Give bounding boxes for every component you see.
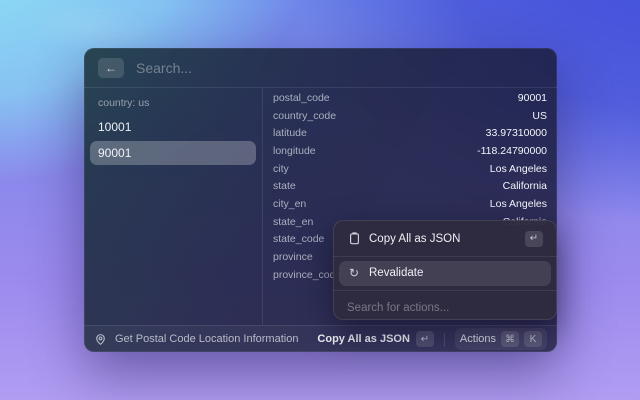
metadata-row: country_code US <box>273 107 547 125</box>
search-input[interactable] <box>136 60 543 76</box>
metadata-label: latitude <box>273 127 307 139</box>
menu-item-label: Copy All as JSON <box>369 233 517 245</box>
metadata-value: 90001 <box>518 92 547 104</box>
action-menu-popover: Copy All as JSON ↵ ↻ Revalidate <box>333 220 557 320</box>
metadata-label: city_en <box>273 198 306 210</box>
metadata-value: US <box>532 110 547 122</box>
metadata-label: postal_code <box>273 92 330 104</box>
primary-action-label: Copy All as JSON <box>317 333 410 345</box>
metadata-label: city <box>273 163 289 175</box>
list-item-label: 10001 <box>98 120 131 134</box>
list-section-header: country: us <box>90 93 256 115</box>
menu-item-copy-all-as-json[interactable]: Copy All as JSON ↵ <box>339 226 551 252</box>
actions-label: Actions <box>460 333 496 345</box>
metadata-label: province_code <box>273 269 341 281</box>
list-item-label: 90001 <box>98 146 131 160</box>
revalidate-icon: ↻ <box>347 266 361 280</box>
footer-divider <box>444 333 445 346</box>
list-item-10001[interactable]: 10001 <box>90 115 256 139</box>
desktop-background: ← country: us 10001 90001 postal_code 90… <box>0 0 640 400</box>
search-bar: ← <box>84 48 557 88</box>
location-pin-icon <box>94 333 107 346</box>
status-bar: Get Postal Code Location Information Cop… <box>84 325 557 352</box>
metadata-label: state_en <box>273 216 313 228</box>
metadata-row: city_en Los Angeles <box>273 195 547 213</box>
actions-search-input[interactable] <box>339 295 551 320</box>
enter-key-icon: ↵ <box>525 231 543 247</box>
primary-action-button[interactable]: Copy All as JSON ↵ <box>317 331 434 347</box>
back-arrow-icon: ← <box>105 61 117 75</box>
metadata-label: country_code <box>273 110 336 122</box>
menu-divider <box>333 290 557 291</box>
list-item-90001[interactable]: 90001 <box>90 141 256 165</box>
metadata-label: state_code <box>273 233 324 245</box>
metadata-value: -118.24790000 <box>477 145 547 157</box>
metadata-row: city Los Angeles <box>273 160 547 178</box>
metadata-row: latitude 33.97310000 <box>273 124 547 142</box>
metadata-value: Los Angeles <box>490 163 547 175</box>
metadata-label: state <box>273 180 296 192</box>
cmd-key-icon: ⌘ <box>501 331 519 347</box>
k-key-icon: K <box>524 331 542 347</box>
metadata-value: 33.97310000 <box>486 127 547 139</box>
metadata-label: province <box>273 251 313 263</box>
extension-title: Get Postal Code Location Information <box>115 333 309 345</box>
back-button[interactable]: ← <box>98 58 124 78</box>
actions-button[interactable]: Actions ⌘ K <box>455 328 547 350</box>
menu-item-label: Revalidate <box>369 267 543 279</box>
results-list: country: us 10001 90001 <box>84 88 262 325</box>
metadata-row: longitude -118.24790000 <box>273 142 547 160</box>
enter-key-icon: ↵ <box>416 331 434 347</box>
menu-divider <box>333 256 557 257</box>
metadata-row: state California <box>273 177 547 195</box>
clipboard-icon <box>347 232 361 245</box>
background-watermark <box>38 6 148 48</box>
menu-item-revalidate[interactable]: ↻ Revalidate <box>339 261 551 287</box>
metadata-label: longitude <box>273 145 316 157</box>
metadata-value: California <box>503 180 547 192</box>
metadata-value: Los Angeles <box>490 198 547 210</box>
metadata-row: postal_code 90001 <box>273 89 547 107</box>
